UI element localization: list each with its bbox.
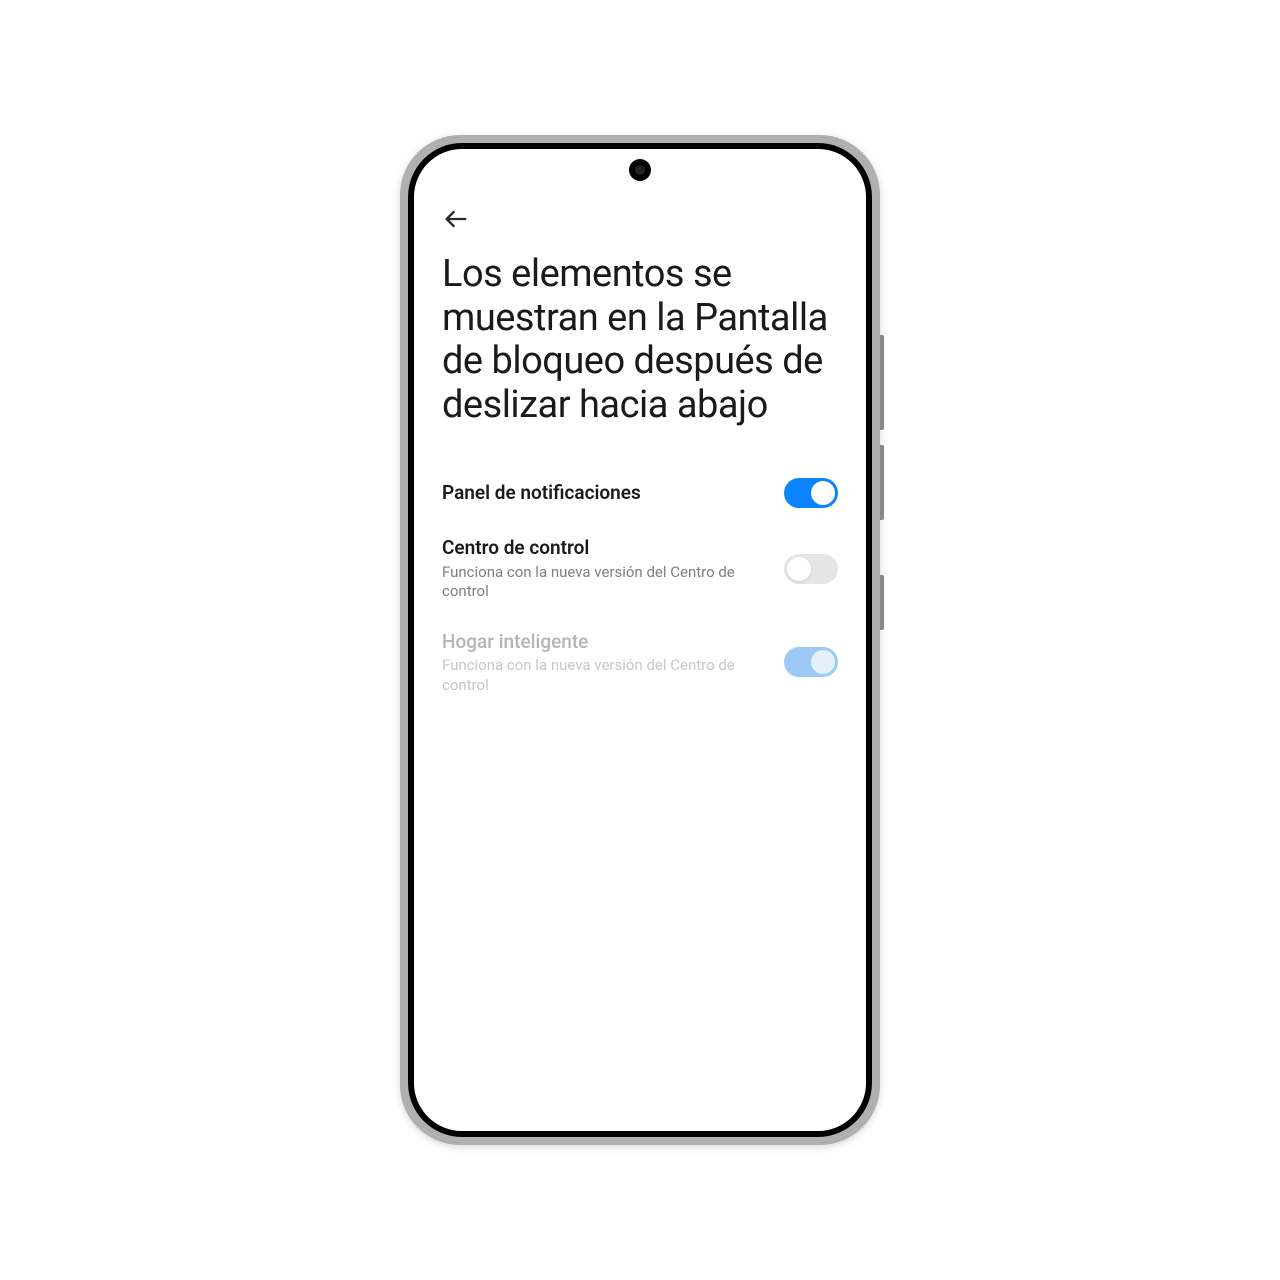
setting-row-smart-home: Hogar inteligente Funciona con la nueva … [442, 616, 838, 710]
back-arrow-icon[interactable] [442, 205, 838, 233]
volume-up-button [880, 335, 884, 430]
setting-label: Panel de notificaciones [442, 481, 764, 505]
setting-text: Panel de notificaciones [442, 481, 764, 505]
settings-page: Los elementos se muestran en la Pantalla… [414, 149, 866, 709]
setting-description: Funciona con la nueva versión del Centro… [442, 563, 764, 602]
setting-text: Centro de control Funciona con la nueva … [442, 536, 764, 602]
setting-row-control-center[interactable]: Centro de control Funciona con la nueva … [442, 522, 838, 616]
toggle-knob [811, 650, 835, 674]
screen: Los elementos se muestran en la Pantalla… [414, 149, 866, 1131]
setting-description: Funciona con la nueva versión del Centro… [442, 656, 764, 695]
setting-row-notification-panel[interactable]: Panel de notificaciones [442, 464, 838, 522]
volume-down-button [880, 445, 884, 520]
setting-label: Hogar inteligente [442, 630, 764, 654]
page-title: Los elementos se muestran en la Pantalla… [442, 253, 838, 428]
phone-frame: Los elementos se muestran en la Pantalla… [400, 135, 880, 1145]
phone-bezel: Los elementos se muestran en la Pantalla… [408, 143, 872, 1137]
toggle-notification-panel[interactable] [784, 478, 838, 508]
toggle-knob [787, 557, 811, 581]
toggle-knob [811, 481, 835, 505]
header-bar [442, 199, 838, 253]
toggle-smart-home [784, 647, 838, 677]
setting-label: Centro de control [442, 536, 764, 560]
camera-notch [629, 159, 651, 181]
setting-text: Hogar inteligente Funciona con la nueva … [442, 630, 764, 696]
power-button [880, 575, 884, 630]
toggle-control-center[interactable] [784, 554, 838, 584]
